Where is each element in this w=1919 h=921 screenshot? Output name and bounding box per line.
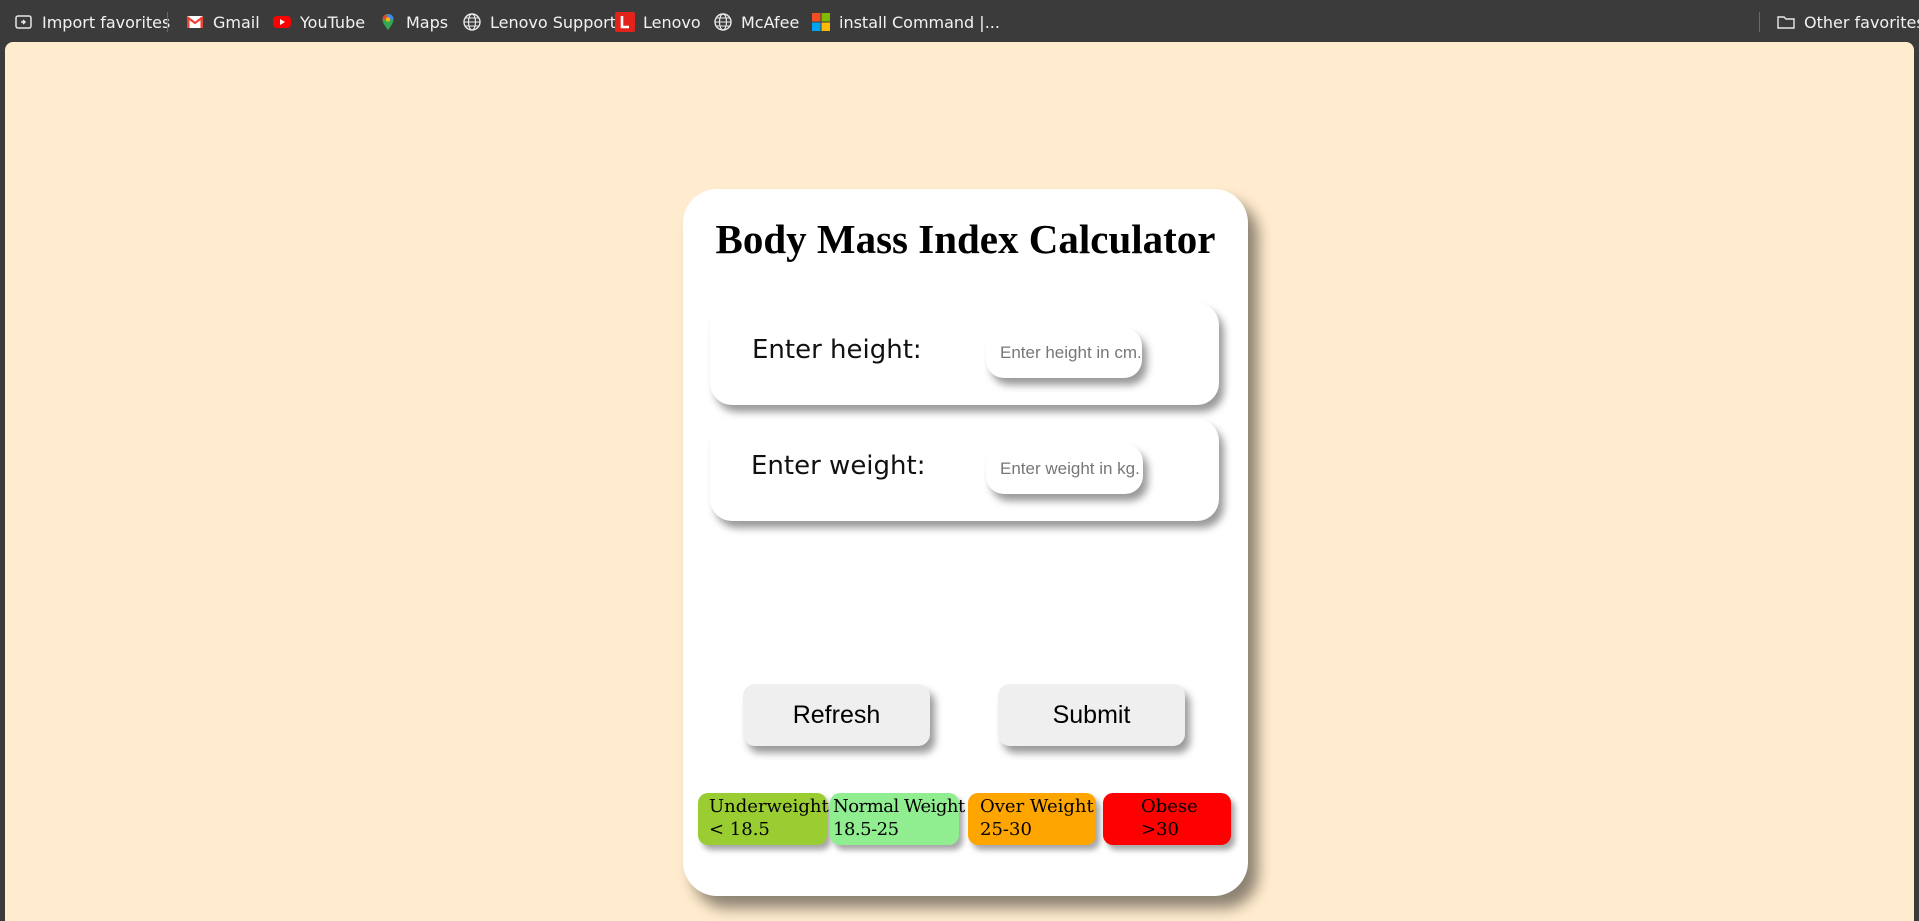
legend-normal-weight: Normal Weight 18.5-25 bbox=[830, 793, 965, 845]
bookmark-label: Import favorites bbox=[42, 12, 171, 32]
legend-name: Normal Weight bbox=[833, 796, 965, 817]
import-favorites-icon bbox=[14, 12, 34, 32]
bookmark-mcafee[interactable]: McAfee bbox=[713, 11, 799, 33]
globe-icon bbox=[713, 12, 733, 32]
bookmark-label: install Command |... bbox=[839, 12, 1000, 32]
maps-icon bbox=[378, 12, 398, 32]
youtube-icon bbox=[272, 12, 292, 32]
bookmark-label: Gmail bbox=[213, 12, 260, 32]
bookmark-label: McAfee bbox=[741, 12, 800, 32]
bookmark-label: Other favorites bbox=[1804, 12, 1919, 32]
bookmark-lenovo-support[interactable]: Lenovo Support bbox=[462, 11, 616, 33]
bookmark-label: YouTube bbox=[300, 12, 366, 32]
legend-obese: Obese >30 bbox=[1103, 793, 1231, 845]
favorites-bar: Import favorites Gmail YouTube Maps Leno… bbox=[0, 0, 1919, 42]
height-input[interactable] bbox=[986, 328, 1142, 378]
weight-label: Enter weight: bbox=[751, 451, 926, 481]
bookmark-gmail[interactable]: Gmail bbox=[185, 11, 260, 33]
bookmark-install-command[interactable]: install Command |... bbox=[811, 11, 1000, 33]
submit-button[interactable]: Submit bbox=[998, 684, 1185, 746]
bookmark-youtube[interactable]: YouTube bbox=[272, 11, 365, 33]
legend-underweight: Underweight < 18.5 bbox=[698, 793, 829, 845]
legend-range: 25-30 bbox=[980, 819, 1032, 840]
microsoft-icon bbox=[811, 12, 831, 32]
legend-name: Obese bbox=[1141, 796, 1198, 817]
legend-name: Over Weight bbox=[980, 796, 1094, 817]
bookmark-label: Lenovo bbox=[643, 12, 701, 32]
legend-range: 18.5-25 bbox=[833, 819, 899, 840]
gmail-icon bbox=[185, 12, 205, 32]
weight-input[interactable] bbox=[986, 444, 1143, 494]
bookmark-label: Lenovo Support bbox=[490, 12, 616, 32]
bookmark-import-favorites[interactable]: Import favorites bbox=[14, 11, 170, 33]
legend-over-weight: Over Weight 25-30 bbox=[968, 793, 1096, 845]
height-row: Enter height: bbox=[710, 303, 1219, 405]
legend-range: < 18.5 bbox=[709, 819, 770, 840]
bookmark-lenovo[interactable]: Lenovo bbox=[615, 11, 701, 33]
globe-icon bbox=[462, 12, 482, 32]
refresh-button[interactable]: Refresh bbox=[743, 684, 930, 746]
bookmark-divider bbox=[167, 12, 168, 32]
page-viewport: Body Mass Index Calculator Enter height:… bbox=[5, 42, 1914, 921]
bookmark-maps[interactable]: Maps bbox=[378, 11, 448, 33]
weight-row: Enter weight: bbox=[710, 419, 1219, 521]
bookmark-other-favorites[interactable]: Other favorites bbox=[1776, 11, 1919, 33]
height-label: Enter height: bbox=[752, 335, 922, 365]
bmi-calculator-card: Body Mass Index Calculator Enter height:… bbox=[683, 189, 1248, 896]
legend-range: >30 bbox=[1141, 819, 1179, 840]
bookmark-divider bbox=[1759, 12, 1760, 32]
lenovo-icon bbox=[615, 12, 635, 32]
page-title: Body Mass Index Calculator bbox=[715, 216, 1216, 262]
legend-name: Underweight bbox=[709, 796, 829, 817]
bookmark-label: Maps bbox=[406, 12, 449, 32]
folder-icon bbox=[1776, 12, 1796, 32]
